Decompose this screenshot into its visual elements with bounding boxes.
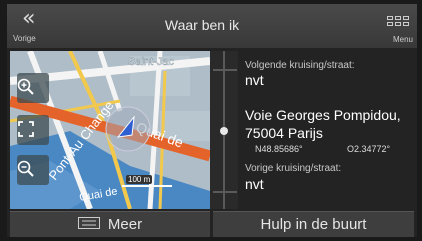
location-timeline: [210, 51, 238, 209]
zoom-out-button[interactable]: [17, 155, 49, 185]
timeline-tick: [213, 69, 237, 71]
zoom-in-icon: [17, 78, 34, 95]
app-window: « Vorige Waar ben ik Menu Saint-Jac Quai…: [7, 4, 417, 237]
prev-street-label: Vorige kruising/straat:: [245, 163, 342, 174]
bottom-bar: Meer Hulp in de buurt: [10, 211, 414, 237]
menu-label: Menu: [392, 35, 413, 44]
prev-street-value: nvt: [245, 176, 264, 192]
location-info-panel: Volgende kruising/straat: nvt Voie Georg…: [240, 51, 417, 209]
zoom-out-icon: [17, 160, 34, 177]
zoom-in-button[interactable]: [17, 73, 49, 103]
map-controls: [15, 51, 51, 209]
title-bar: « Vorige Waar ben ik Menu: [7, 4, 417, 48]
map-view[interactable]: Saint-Jac Quai de Pont-Au Change Quai de…: [10, 51, 210, 209]
nearby-help-label: Hulp in de buurt: [260, 216, 367, 233]
longitude: O2.34772°: [347, 144, 391, 154]
more-button[interactable]: Meer: [10, 211, 210, 237]
svg-text:Saint-Jac: Saint-Jac: [128, 56, 174, 68]
list-icon: [77, 212, 100, 237]
current-position-dot: [220, 127, 228, 135]
nearby-help-button[interactable]: Hulp in de buurt: [213, 211, 414, 237]
fullscreen-button[interactable]: [17, 115, 49, 145]
next-street-value: nvt: [245, 72, 264, 88]
map-scale-label: 100 m: [126, 175, 153, 184]
menu-grid-icon: [387, 16, 413, 26]
address-line-1: Voie Georges Pompidou,: [245, 107, 401, 123]
more-label: Meer: [107, 216, 143, 233]
timeline-tick: [213, 191, 237, 193]
back-label: Vorige: [13, 34, 36, 43]
page-title: Waar ben ik: [164, 17, 240, 33]
next-street-label: Volgende kruising/straat:: [245, 60, 355, 71]
fullscreen-icon: [18, 121, 34, 137]
menu-button[interactable]: Menu: [379, 4, 417, 48]
latitude: N48.85686°: [255, 144, 303, 154]
address-line-2: 75004 Parijs: [245, 125, 323, 141]
